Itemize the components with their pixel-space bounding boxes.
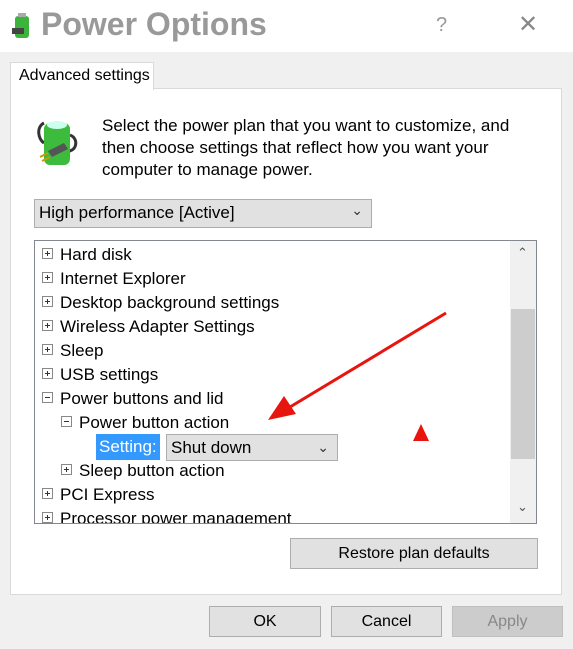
tree-item-processor-power[interactable]: Processor power management (42, 507, 292, 524)
expand-icon[interactable] (42, 512, 53, 523)
collapse-icon[interactable] (42, 392, 53, 404)
restore-defaults-button[interactable]: Restore plan defaults (290, 538, 538, 569)
tree-item-label: Sleep (60, 341, 104, 360)
expand-icon[interactable] (42, 320, 53, 332)
expand-icon[interactable] (42, 248, 53, 260)
tree-item-power-button-action[interactable]: Power button action (61, 411, 229, 435)
scrollbar-thumb[interactable] (511, 309, 535, 459)
expand-icon[interactable] (42, 488, 53, 500)
tree-item-desktop-background[interactable]: Desktop background settings (42, 291, 279, 315)
help-button[interactable]: ? (436, 14, 447, 37)
expand-icon[interactable] (42, 344, 53, 356)
scroll-down-icon[interactable]: ⌄ (517, 499, 528, 515)
tree-item-label: PCI Express (60, 485, 155, 504)
apply-button[interactable]: Apply (452, 606, 563, 637)
ok-button[interactable]: OK (209, 606, 321, 637)
tree-item-hard-disk[interactable]: Hard disk (42, 243, 132, 267)
power-button-action-select[interactable]: Shut down ⌄ (166, 434, 338, 461)
tree-item-label: Power buttons and lid (60, 389, 224, 408)
expand-icon[interactable] (42, 296, 53, 308)
setting-value: Shut down (171, 438, 252, 457)
description-text: Select the power plan that you want to c… (102, 116, 510, 179)
setting-label: Setting: (96, 434, 160, 460)
tree-item-sleep[interactable]: Sleep (42, 339, 103, 363)
title-bar: Power Options ? ✕ (0, 0, 573, 52)
tab-advanced-settings[interactable]: Advanced settings (10, 62, 154, 90)
tree-item-pci-express[interactable]: PCI Express (42, 483, 154, 507)
power-plan-value: High performance [Active] (39, 203, 235, 222)
close-button[interactable]: ✕ (518, 10, 538, 39)
battery-plug-icon (37, 121, 78, 165)
expand-icon[interactable] (61, 464, 72, 476)
tree-item-sleep-button-action[interactable]: Sleep button action (61, 459, 225, 483)
tree-item-internet-explorer[interactable]: Internet Explorer (42, 267, 186, 291)
collapse-icon[interactable] (61, 416, 72, 428)
tree-item-label: Power button action (79, 413, 230, 432)
tree-item-wireless-adapter[interactable]: Wireless Adapter Settings (42, 315, 255, 339)
chevron-down-icon: ⌄ (317, 439, 329, 455)
tree-item-label: Processor power management (60, 509, 292, 524)
tree-item-label: Wireless Adapter Settings (60, 317, 255, 336)
scroll-up-icon[interactable]: ⌃ (517, 245, 528, 261)
tree-item-label: Hard disk (60, 245, 132, 264)
tree-item-label: USB settings (60, 365, 159, 384)
expand-icon[interactable] (42, 272, 53, 284)
expand-icon[interactable] (42, 368, 53, 380)
settings-tree[interactable]: Hard disk Internet Explorer Desktop back… (34, 240, 537, 524)
tree-item-label: Desktop background settings (60, 293, 280, 312)
power-options-icon (12, 13, 29, 38)
tree-item-usb-settings[interactable]: USB settings (42, 363, 158, 387)
tree-item-power-buttons-and-lid[interactable]: Power buttons and lid (42, 387, 224, 411)
window-title: Power Options (41, 6, 267, 42)
power-plan-select[interactable]: High performance [Active] ⌄ (34, 199, 372, 228)
cancel-button[interactable]: Cancel (331, 606, 442, 637)
tree-item-label: Internet Explorer (60, 269, 186, 288)
tree-item-label: Sleep button action (79, 461, 225, 480)
scrollbar[interactable]: ⌃ ⌄ (510, 241, 536, 523)
chevron-down-icon: ⌄ (351, 202, 363, 218)
